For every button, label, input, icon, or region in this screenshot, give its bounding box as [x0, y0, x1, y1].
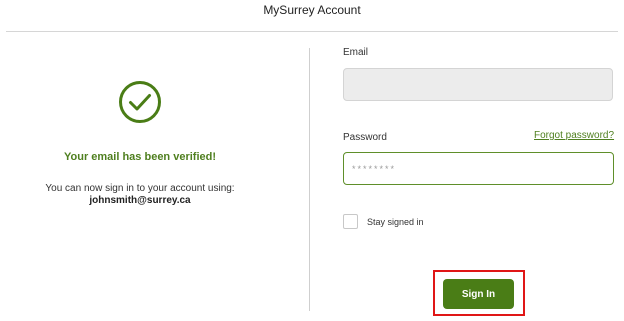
verified-heading: Your email has been verified!: [63, 151, 216, 163]
email-label: Email: [343, 47, 369, 58]
password-field[interactable]: ********: [343, 152, 614, 185]
signin-button[interactable]: Sign In: [443, 279, 514, 309]
forgot-password-link[interactable]: Forgot password?: [534, 130, 614, 141]
panel-divider: [309, 48, 310, 311]
verification-info: You can now sign in to your account usin…: [45, 183, 235, 194]
stay-signed-in-label: Stay signed in: [367, 217, 424, 227]
check-circle-icon: [119, 81, 161, 123]
password-label: Password: [343, 132, 387, 143]
verified-email: johnsmith@surrey.ca: [89, 195, 191, 206]
header-divider: [6, 31, 618, 32]
page-title: MySurrey Account: [263, 3, 361, 17]
stay-signed-in-checkbox[interactable]: [343, 214, 358, 229]
email-field[interactable]: [343, 68, 613, 101]
